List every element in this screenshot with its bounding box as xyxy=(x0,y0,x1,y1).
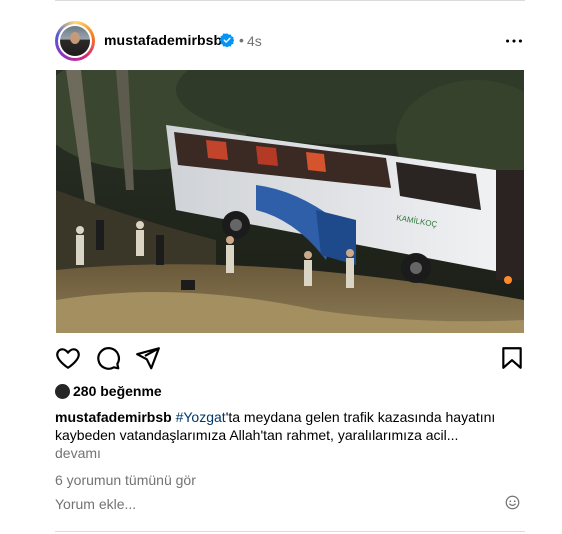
post-photo[interactable]: KAMİLKOÇ xyxy=(56,70,524,333)
heart-icon[interactable] xyxy=(55,345,81,371)
bookmark-icon[interactable] xyxy=(499,345,525,371)
verified-badge-icon xyxy=(220,33,234,47)
comment-icon[interactable] xyxy=(95,345,121,371)
bottom-divider xyxy=(55,531,525,532)
share-icon[interactable] xyxy=(135,345,161,371)
comment-input[interactable]: Yorum ekle... xyxy=(55,496,136,512)
post-age[interactable]: 4s xyxy=(247,33,262,49)
username-link[interactable]: mustafademirbsb xyxy=(104,32,222,48)
likes-avatar-icon xyxy=(55,384,70,399)
likes-count[interactable]: 280 beğenme xyxy=(73,383,162,399)
post-caption: mustafademirbsb #Yozgat'ta meydana gelen… xyxy=(55,408,525,444)
more-options-icon[interactable] xyxy=(503,30,525,52)
caption-hashtag[interactable]: #Yozgat xyxy=(176,409,226,425)
post-header: mustafademirbsb • 4s xyxy=(55,21,525,61)
emoji-icon[interactable] xyxy=(505,495,520,510)
separator-dot: • xyxy=(239,32,244,48)
caption-username[interactable]: mustafademirbsb xyxy=(55,409,172,425)
top-divider xyxy=(55,0,525,1)
caption-more-link[interactable]: devamı xyxy=(55,445,101,461)
view-comments-link[interactable]: 6 yorumun tümünü gör xyxy=(55,472,196,488)
post-actions xyxy=(55,345,525,371)
avatar[interactable] xyxy=(55,21,95,61)
